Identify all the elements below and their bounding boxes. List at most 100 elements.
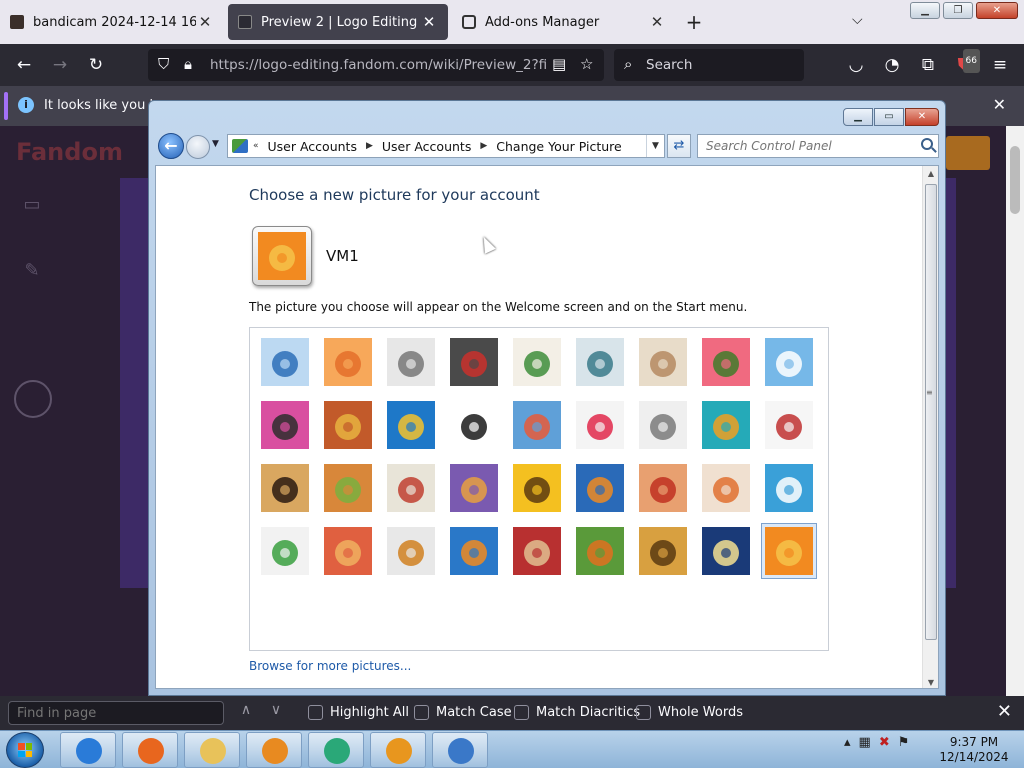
kitten-picture-icon[interactable] xyxy=(639,338,687,386)
find-in-page-input[interactable] xyxy=(8,701,224,725)
cp-maximize-button[interactable]: ▭ xyxy=(874,108,904,126)
shield-icon[interactable]: ⛉ xyxy=(158,55,169,73)
cp-back-button[interactable]: ← xyxy=(158,133,184,159)
green-window-picture-icon[interactable] xyxy=(450,527,498,575)
breadcrumb-item[interactable]: User Accounts xyxy=(268,139,357,154)
breadcrumb-overflow-icon[interactable]: « xyxy=(253,141,259,151)
show-hidden-icons-icon[interactable]: ▴ xyxy=(844,735,851,750)
reload-icon[interactable]: ↻ xyxy=(84,53,108,77)
sidebar-fan-central-icon[interactable]: ✎ xyxy=(14,260,50,281)
jacks-picture-icon[interactable] xyxy=(639,401,687,449)
turntable-picture-icon[interactable] xyxy=(450,338,498,386)
taskbar-control-panel-button[interactable] xyxy=(432,732,488,768)
taskbar-magnifier-button[interactable] xyxy=(370,732,426,768)
pomeranian-picture-icon[interactable] xyxy=(324,464,372,512)
fabric-stripes-picture-icon[interactable] xyxy=(324,527,372,575)
breadcrumb-chevron-icon[interactable]: ▶ xyxy=(480,141,487,151)
taskbar-media-player-button[interactable] xyxy=(246,732,302,768)
extensions-icon[interactable]: ⧉ xyxy=(916,53,940,77)
tab-preview-2[interactable]: Preview 2 | Logo Editing Wiki | F ✕ xyxy=(228,4,448,40)
page-scrollbar[interactable] xyxy=(1006,126,1024,696)
close-window-button[interactable]: ✕ xyxy=(976,2,1018,19)
match-diacritics-checkbox[interactable]: Match Diacritics xyxy=(514,705,640,720)
minimize-button[interactable]: ▁ xyxy=(910,2,940,19)
taskbar-bandicam-button[interactable] xyxy=(308,732,364,768)
shell-spiral-picture-icon[interactable] xyxy=(639,527,687,575)
pocket-icon[interactable]: ◡ xyxy=(844,53,868,77)
gyroscope-picture-icon[interactable] xyxy=(576,338,624,386)
bookmark-star-icon[interactable]: ☆ xyxy=(580,55,593,73)
page-scroll-thumb[interactable] xyxy=(1010,146,1020,214)
url-bar[interactable]: ⛉ 🔒︎ https://logo-editing.fandom.com/wik… xyxy=(148,49,604,81)
sunflower-picture-icon[interactable] xyxy=(513,464,561,512)
menu-icon[interactable]: ≡ xyxy=(988,53,1012,77)
match-case-checkbox[interactable]: Match Case xyxy=(414,705,512,720)
breadcrumb-item[interactable]: User Accounts xyxy=(382,139,471,154)
starfish-picture-icon[interactable] xyxy=(324,338,372,386)
marbles-picture-icon[interactable] xyxy=(387,527,435,575)
textile-picture-icon[interactable] xyxy=(513,527,561,575)
origami-crane-picture-icon[interactable] xyxy=(765,401,813,449)
ublock-icon[interactable]: ⛊66 xyxy=(952,49,980,77)
breadcrumb-item[interactable]: Change Your Picture xyxy=(496,139,621,154)
doll-picture-icon[interactable] xyxy=(702,464,750,512)
find-previous-icon[interactable]: ∧ xyxy=(236,702,256,718)
cp-forward-button[interactable] xyxy=(186,135,210,159)
new-tab-button[interactable]: + xyxy=(682,10,706,34)
cp-address-bar[interactable]: « User Accounts ▶ User Accounts ▶ Change… xyxy=(227,134,665,158)
butterfly-picture-icon[interactable] xyxy=(576,527,624,575)
url-text[interactable]: https://logo-editing.fandom.com/wiki/Pre… xyxy=(210,57,546,73)
checkbox-box[interactable] xyxy=(636,705,651,720)
restore-button[interactable]: ❐ xyxy=(943,2,973,19)
back-arrow-icon[interactable]: ← xyxy=(12,53,36,77)
taskbar-explorer-folder-button[interactable] xyxy=(184,732,240,768)
sidebar-avatar-icon[interactable] xyxy=(14,380,52,418)
taskbar-internet-explorer-button[interactable] xyxy=(60,732,116,768)
search-bar[interactable]: ⌕ Search xyxy=(614,49,804,81)
close-tab-icon[interactable]: ✕ xyxy=(196,13,214,31)
list-all-tabs-chevron-icon[interactable]: ⌵ xyxy=(852,12,863,28)
reader-view-icon[interactable]: ▤ xyxy=(552,55,566,73)
taskbar-clock[interactable]: 9:37 PM 12/14/2024 xyxy=(936,735,1012,765)
cp-scroll-thumb[interactable] xyxy=(925,184,937,640)
cp-close-button[interactable]: ✕ xyxy=(905,108,939,126)
tab-addons-manager[interactable]: Add-ons Manager ✕ xyxy=(452,4,676,40)
page-action-button[interactable] xyxy=(946,136,990,170)
forward-arrow-icon[interactable]: → xyxy=(48,53,72,77)
search-icon[interactable] xyxy=(921,138,933,150)
close-tab-icon[interactable]: ✕ xyxy=(420,13,438,31)
volume-muted-icon[interactable]: ✖ xyxy=(879,735,890,750)
pinwheel-picture-icon[interactable] xyxy=(765,338,813,386)
scarves-picture-icon[interactable] xyxy=(450,464,498,512)
checkbox-box[interactable] xyxy=(514,705,529,720)
close-notification-icon[interactable]: ✕ xyxy=(993,95,1006,114)
ball-picture-icon[interactable] xyxy=(261,401,309,449)
border-collie-picture-icon[interactable] xyxy=(450,401,498,449)
cp-scrollbar[interactable]: ▲ ≡ ▼ xyxy=(922,166,938,688)
fabric-picture-icon[interactable] xyxy=(324,401,372,449)
fish-picture-icon[interactable] xyxy=(576,464,624,512)
toy-robot-picture-icon[interactable] xyxy=(387,464,435,512)
address-dropdown-icon[interactable]: ▼ xyxy=(646,135,664,157)
network-icon[interactable]: ▦ xyxy=(859,735,871,750)
action-center-flag-icon[interactable]: ⚑ xyxy=(898,735,910,750)
highlight-all-checkbox[interactable]: Highlight All xyxy=(308,705,409,720)
close-find-bar-icon[interactable]: ✕ xyxy=(997,701,1012,722)
browse-more-pictures-link[interactable]: Browse for more pictures... xyxy=(249,659,411,673)
checkbox-box[interactable] xyxy=(308,705,323,720)
robot-dog-picture-icon[interactable] xyxy=(387,338,435,386)
roller-coaster-picture-icon[interactable] xyxy=(261,338,309,386)
pink-flower-picture-icon[interactable] xyxy=(702,338,750,386)
checkbox-box[interactable] xyxy=(414,705,429,720)
orange-flower-picture-icon[interactable] xyxy=(761,523,817,579)
cp-search-input[interactable] xyxy=(697,134,939,158)
paper-star-picture-icon[interactable] xyxy=(576,401,624,449)
guitar-picture-icon[interactable] xyxy=(261,464,309,512)
start-button[interactable] xyxy=(6,732,44,768)
stairs-picture-icon[interactable] xyxy=(702,401,750,449)
recent-pages-chevron-icon[interactable]: ▼ xyxy=(212,139,219,149)
lucky-cat-picture-icon[interactable] xyxy=(513,338,561,386)
find-next-icon[interactable]: ∨ xyxy=(266,702,286,718)
crayons-picture-icon[interactable] xyxy=(513,401,561,449)
close-tab-icon[interactable]: ✕ xyxy=(648,13,666,31)
